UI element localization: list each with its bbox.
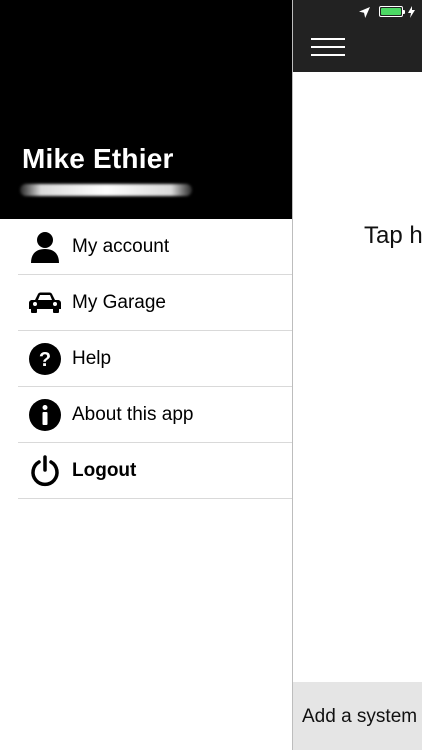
svg-text:?: ?	[39, 349, 51, 371]
info-circle-icon	[29, 399, 61, 431]
add-system-button[interactable]: Add a system	[302, 706, 417, 728]
menu-item-label: About this app	[72, 404, 194, 425]
car-icon	[29, 287, 61, 319]
menu-item-label: Help	[72, 348, 112, 369]
person-icon	[29, 231, 61, 263]
menu-item-label: My account	[72, 236, 170, 257]
bottom-bar[interactable]: Add a system	[293, 682, 422, 750]
menu-item-my-garage[interactable]: My Garage	[0, 275, 292, 331]
hamburger-line	[311, 38, 345, 40]
profile-email-redacted	[20, 184, 192, 196]
drawer-menu: My account My Garage ? Help About this a…	[0, 219, 292, 499]
hint-text: Tap h	[364, 222, 422, 249]
hamburger-line	[311, 54, 345, 56]
main-content: Tap h Add a system	[292, 0, 422, 750]
menu-item-logout[interactable]: Logout	[0, 443, 292, 499]
charging-bolt-icon	[408, 5, 415, 23]
menu-item-label: Logout	[72, 460, 137, 481]
hamburger-line	[311, 46, 345, 48]
menu-item-about[interactable]: About this app	[0, 387, 292, 443]
battery-icon	[379, 6, 405, 17]
battery-level	[381, 8, 401, 15]
drawer-header: Mike Ethier	[0, 0, 292, 219]
question-circle-icon: ?	[29, 343, 61, 375]
power-icon	[29, 455, 61, 487]
profile-name: Mike Ethier	[22, 143, 174, 174]
menu-item-help[interactable]: ? Help	[0, 331, 292, 387]
status-bar	[293, 0, 422, 22]
navigation-drawer: Mike Ethier My account My Garage ? Help …	[0, 0, 292, 750]
top-bar	[293, 0, 422, 72]
location-arrow-icon	[359, 5, 370, 23]
menu-toggle-button[interactable]	[311, 38, 345, 58]
menu-item-label: My Garage	[72, 292, 166, 313]
menu-item-my-account[interactable]: My account	[0, 219, 292, 275]
